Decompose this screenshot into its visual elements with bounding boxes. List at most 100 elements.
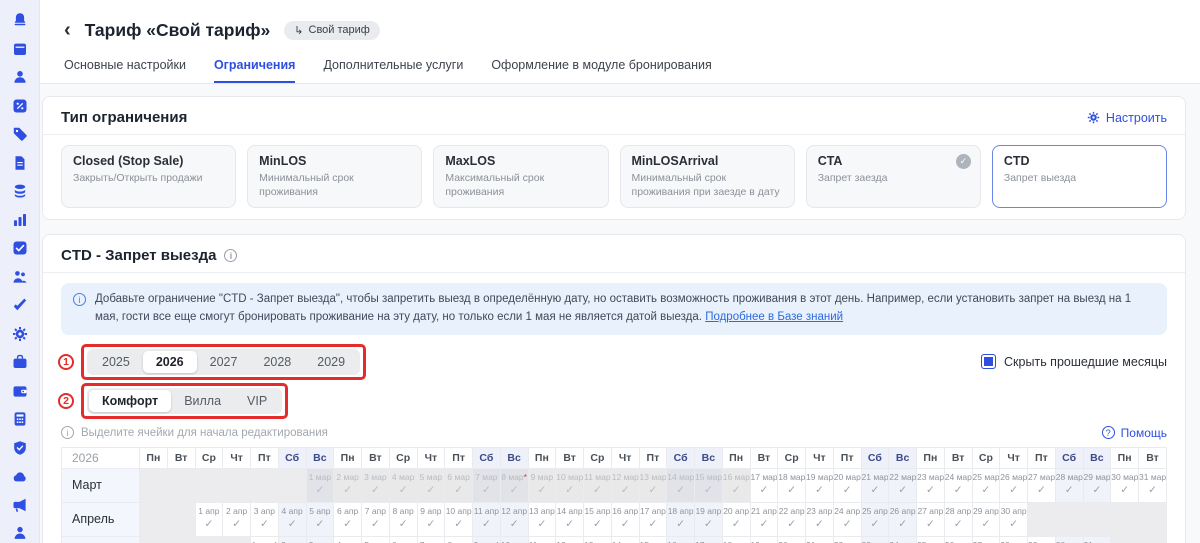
date-cell[interactable]: 5 апр ✓ xyxy=(305,501,335,537)
date-cell[interactable]: 24 мар ✓ xyxy=(943,467,973,503)
date-cell[interactable]: 4 мая✓ xyxy=(333,535,362,543)
date-cell[interactable]: 13 мая✓ xyxy=(583,535,612,543)
date-cell[interactable]: 7 апр ✓ xyxy=(361,501,390,537)
calculator-icon[interactable] xyxy=(12,411,28,427)
date-cell[interactable]: 26 мая✓ xyxy=(943,535,973,543)
date-cell[interactable]: 12 мая✓ xyxy=(555,535,584,543)
date-cell[interactable]: 18 мая✓ xyxy=(721,535,751,543)
briefcase-icon[interactable] xyxy=(12,354,28,370)
date-cell[interactable]: 1 мая*✓ xyxy=(250,535,279,543)
megaphone-icon[interactable] xyxy=(12,497,28,513)
date-cell[interactable]: 30 апр ✓ xyxy=(999,501,1028,537)
date-cell[interactable]: 15 мар ✓ xyxy=(694,467,723,503)
date-cell[interactable]: 1 апр ✓ xyxy=(194,501,224,537)
date-cell[interactable]: 10 апр ✓ xyxy=(444,501,473,537)
date-cell[interactable]: 24 апр ✓ xyxy=(832,501,862,537)
restriction-card-minlos[interactable]: MinLOS Минимальный срок проживания xyxy=(247,145,423,209)
date-cell[interactable]: 17 мар ✓ xyxy=(749,467,779,503)
date-cell[interactable]: 11 мая✓ xyxy=(527,535,557,543)
date-cell[interactable]: 19 апр ✓ xyxy=(694,501,723,537)
date-cell[interactable]: 21 мая✓ xyxy=(805,535,834,543)
hide-past-months-checkbox[interactable]: Скрыть прошедшие месяцы xyxy=(981,354,1167,370)
knowledge-base-link[interactable]: Подробнее в Базе знаний xyxy=(705,311,843,323)
date-cell[interactable]: 30 мая✓ xyxy=(1054,535,1084,543)
date-cell[interactable]: 8 апр ✓ xyxy=(388,501,418,537)
wallet-icon[interactable] xyxy=(12,383,28,399)
date-cell[interactable]: 5 мар ✓ xyxy=(416,467,446,503)
date-cell[interactable]: 26 апр ✓ xyxy=(888,501,917,537)
date-cell[interactable]: 22 апр ✓ xyxy=(777,501,806,537)
tab-restrictions[interactable]: Ограничения xyxy=(213,58,296,83)
date-cell[interactable]: 6 мар ✓ xyxy=(444,467,473,503)
date-cell[interactable]: 7 мар ✓ xyxy=(472,467,501,503)
date-cell[interactable]: 23 апр ✓ xyxy=(805,501,834,537)
date-cell[interactable]: 14 апр ✓ xyxy=(555,501,584,537)
date-cell[interactable]: 14 мар ✓ xyxy=(666,467,695,503)
date-cell[interactable]: 13 апр ✓ xyxy=(527,501,557,537)
date-cell[interactable]: 4 мар ✓ xyxy=(388,467,418,503)
date-cell[interactable]: 15 мая✓ xyxy=(638,535,668,543)
date-cell[interactable]: 12 мар ✓ xyxy=(610,467,640,503)
date-cell[interactable]: 1 мар ✓ xyxy=(305,467,335,503)
date-cell[interactable]: 21 апр ✓ xyxy=(749,501,779,537)
date-cell[interactable]: 11 мар ✓ xyxy=(583,467,612,503)
date-cell[interactable]: 30 мар ✓ xyxy=(1110,467,1139,503)
tab-main-settings[interactable]: Основные настройки xyxy=(64,58,186,83)
tag-icon[interactable] xyxy=(12,126,28,142)
date-cell[interactable]: 27 мая✓ xyxy=(971,535,1001,543)
date-cell[interactable]: 9 апр ✓ xyxy=(416,501,446,537)
date-cell[interactable]: 25 апр ✓ xyxy=(860,501,890,537)
bell-icon[interactable] xyxy=(12,12,28,28)
date-cell[interactable]: 26 мар ✓ xyxy=(999,467,1028,503)
date-cell[interactable]: 15 апр ✓ xyxy=(583,501,612,537)
date-cell[interactable]: 31 мая✓ xyxy=(1082,535,1112,543)
restriction-card-minlosarrival[interactable]: MinLOSArrival Минимальный срок проживания… xyxy=(619,145,795,209)
date-cell[interactable]: 3 мая✓ xyxy=(305,535,335,543)
bar-chart-icon[interactable] xyxy=(12,212,28,228)
gear-icon[interactable] xyxy=(12,326,28,342)
date-cell[interactable]: 25 мар ✓ xyxy=(971,467,1001,503)
date-cell[interactable]: 17 апр ✓ xyxy=(638,501,668,537)
date-cell[interactable]: 29 мар ✓ xyxy=(1082,467,1112,503)
date-cell[interactable]: 5 мая✓ xyxy=(361,535,390,543)
shield-icon[interactable] xyxy=(12,440,28,456)
date-cell[interactable]: 2 мар ✓ xyxy=(333,467,362,503)
date-cell[interactable]: 25 мая✓ xyxy=(916,535,945,543)
date-cell[interactable]: 27 апр ✓ xyxy=(916,501,945,537)
year-tab-2027[interactable]: 2027 xyxy=(197,351,251,373)
year-tab-2025[interactable]: 2025 xyxy=(89,351,143,373)
check-square-icon[interactable] xyxy=(12,240,28,256)
date-cell[interactable]: 9 мая*✓ xyxy=(472,535,501,543)
user-icon[interactable] xyxy=(12,69,28,85)
help-link[interactable]: ? Помощь xyxy=(1101,426,1167,440)
back-button[interactable]: ‹ xyxy=(64,20,71,40)
room-tab-Вилла[interactable]: Вилла xyxy=(171,390,234,412)
date-cell[interactable]: 22 мар ✓ xyxy=(888,467,917,503)
date-cell[interactable]: 3 апр ✓ xyxy=(250,501,279,537)
date-cell[interactable]: 19 мар ✓ xyxy=(805,467,834,503)
date-cell[interactable]: 28 апр ✓ xyxy=(943,501,973,537)
brush-icon[interactable] xyxy=(12,297,28,313)
date-cell[interactable]: 28 мар ✓ xyxy=(1054,467,1084,503)
date-cell[interactable]: 2 мая✓ xyxy=(277,535,307,543)
date-cell[interactable]: 23 мар ✓ xyxy=(916,467,945,503)
date-cell[interactable]: 23 мая✓ xyxy=(860,535,890,543)
date-cell[interactable]: 18 мар ✓ xyxy=(777,467,806,503)
date-cell[interactable]: 8 мар* ✓ xyxy=(499,467,529,503)
date-cell[interactable]: 20 апр ✓ xyxy=(721,501,751,537)
date-cell[interactable]: 29 мая✓ xyxy=(1027,535,1056,543)
date-cell[interactable]: 2 апр ✓ xyxy=(222,501,251,537)
configure-link[interactable]: Настроить xyxy=(1087,111,1167,125)
restriction-card-maxlos[interactable]: MaxLOS Максимальный срок проживания xyxy=(433,145,609,209)
calendar-icon[interactable] xyxy=(12,41,28,57)
date-cell[interactable]: 16 мая✓ xyxy=(666,535,695,543)
document-icon[interactable] xyxy=(12,155,28,171)
date-cell[interactable]: 18 апр ✓ xyxy=(666,501,695,537)
year-tab-2026[interactable]: 2026 xyxy=(142,350,197,373)
room-tab-VIP[interactable]: VIP xyxy=(234,390,280,412)
date-cell[interactable]: 31 мар ✓ xyxy=(1138,467,1167,503)
date-cell[interactable]: 14 мая✓ xyxy=(610,535,640,543)
restriction-card-ctd[interactable]: CTD Запрет выезда xyxy=(991,145,1168,209)
user-badge-icon[interactable] xyxy=(12,525,28,541)
date-cell[interactable]: 7 мая✓ xyxy=(416,535,446,543)
